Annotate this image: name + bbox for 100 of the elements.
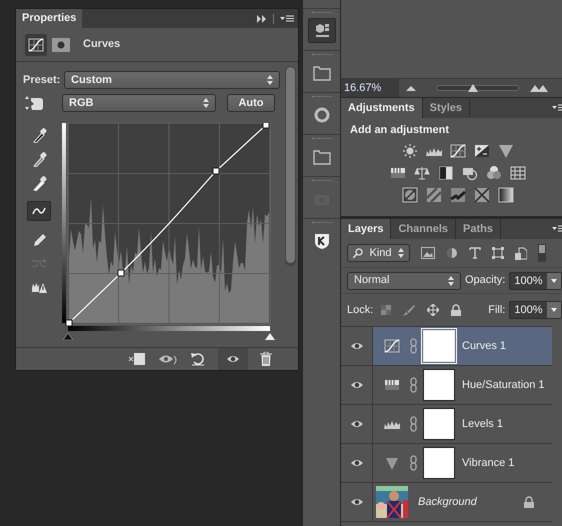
- layer-name: Vibrance 1: [462, 456, 514, 471]
- eyedropper-icon: [31, 127, 47, 143]
- fill-field[interactable]: 100%: [509, 301, 562, 319]
- layer-name: Curves 1: [462, 338, 506, 354]
- updown-icon: [203, 98, 209, 108]
- slider-thumb[interactable]: [265, 332, 275, 340]
- channel-dropdown[interactable]: RGB: [62, 94, 216, 112]
- x-square-icon[interactable]: [474, 186, 490, 202]
- triangle-icon: [384, 455, 400, 471]
- curve-tool-button[interactable]: [27, 201, 51, 221]
- move-icon[interactable]: [427, 304, 440, 316]
- view-previous-icon[interactable]: [158, 353, 178, 365]
- half-square-icon[interactable]: [438, 164, 454, 180]
- small-mountain-icon[interactable]: [406, 85, 416, 91]
- checker-icon[interactable]: [381, 305, 392, 315]
- layer-name: Hue/Saturation 1: [462, 378, 545, 393]
- slider-thumb[interactable]: [63, 332, 73, 340]
- lock-label: Lock:: [347, 302, 374, 318]
- updown-icon: [398, 248, 404, 258]
- filter-dropdown[interactable]: Kind: [347, 244, 410, 262]
- zigzag-icon[interactable]: [450, 186, 466, 202]
- search-icon: [353, 248, 363, 258]
- dock-button[interactable]: [308, 18, 336, 43]
- visibility-eye-icon[interactable]: [350, 497, 364, 507]
- circle-badge-icon: [312, 106, 330, 124]
- layer-row[interactable]: Vibrance 1: [341, 444, 552, 483]
- chain-icon: [410, 338, 417, 354]
- pencil-icon: [31, 231, 47, 247]
- eyedropper-icon: [31, 151, 47, 167]
- lock-icon[interactable]: [451, 304, 462, 316]
- panel-menu-icon[interactable]: [280, 14, 294, 22]
- zoom-slider[interactable]: [436, 85, 519, 91]
- panel-tab[interactable]: Adjustments: [341, 98, 423, 118]
- layer-name: Background: [418, 494, 477, 510]
- slashed-circle-icon[interactable]: [402, 186, 418, 202]
- updown-icon: [267, 75, 273, 85]
- layer-name: Levels 1: [462, 416, 503, 432]
- layer-mask-thumbnail[interactable]: [423, 408, 455, 440]
- image-filter-icon[interactable]: [421, 247, 435, 259]
- dropdown-arrow-icon: [550, 308, 556, 312]
- panel-tab[interactable]: Styles: [422, 98, 470, 118]
- mask-icon[interactable]: [52, 38, 70, 52]
- layer-mask-thumbnail[interactable]: [423, 369, 455, 401]
- clip-icon[interactable]: [128, 352, 146, 366]
- panel-tab[interactable]: Properties: [16, 9, 82, 28]
- smart-object-icon[interactable]: [515, 246, 527, 260]
- gradient-square-icon[interactable]: [498, 186, 514, 202]
- panel-menu-icon[interactable]: [552, 104, 562, 112]
- hand-adjust-icon[interactable]: [23, 95, 45, 111]
- brush-icon[interactable]: [403, 304, 416, 316]
- adjustment-title: Curves: [83, 37, 120, 52]
- half-circle-icon[interactable]: [446, 247, 458, 259]
- scrollbar-thumb[interactable]: [286, 67, 295, 263]
- collapse-icon[interactable]: [257, 14, 267, 22]
- folder-icon: [312, 148, 330, 166]
- folder-icon: [312, 64, 330, 82]
- opacity-field[interactable]: 100%: [509, 272, 562, 290]
- blend-mode-dropdown[interactable]: Normal: [347, 272, 461, 290]
- preset-dropdown[interactable]: Custom: [64, 71, 280, 89]
- curve-grid-icon: [384, 338, 400, 354]
- eyedropper-icon: [31, 175, 47, 191]
- panel-heading: Add an adjustment: [350, 123, 450, 138]
- scales-icon[interactable]: [414, 164, 430, 180]
- opacity-label: Opacity:: [465, 273, 506, 288]
- zoom-slider-thumb[interactable]: [468, 82, 478, 92]
- grid-icon[interactable]: [510, 164, 526, 180]
- curve-grid-icon[interactable]: [450, 142, 466, 158]
- chain-icon: [410, 455, 417, 471]
- chain-icon: [410, 377, 417, 393]
- preset-label: Preset:: [23, 72, 58, 88]
- gradient-bars-icon: [384, 377, 400, 393]
- plus-minus-icon[interactable]: [474, 142, 490, 158]
- eye-icon[interactable]: [226, 354, 240, 364]
- sun-icon[interactable]: [402, 142, 418, 158]
- visibility-eye-icon[interactable]: [350, 458, 364, 468]
- triangle-icon[interactable]: [498, 142, 514, 158]
- panel-menu-icon[interactable]: [552, 225, 562, 233]
- layer-row[interactable]: Curves 1: [341, 327, 552, 366]
- auto-button[interactable]: Auto: [227, 94, 275, 112]
- visibility-eye-icon[interactable]: [350, 380, 364, 390]
- updown-icon: [448, 276, 454, 286]
- dropdown-arrow-icon: [550, 278, 556, 282]
- visibility-eye-icon[interactable]: [350, 419, 364, 429]
- panel-tab[interactable]: Layers: [341, 219, 392, 239]
- visibility-button[interactable]: [218, 348, 248, 370]
- layer-row[interactable]: Background: [341, 483, 552, 522]
- layer-row[interactable]: Hue/Saturation 1: [341, 366, 552, 405]
- type-icon[interactable]: [469, 247, 481, 259]
- large-mountain-icon[interactable]: [530, 84, 548, 92]
- chain-icon: [410, 416, 417, 432]
- filter-toggle-icon[interactable]: [538, 244, 546, 262]
- layer-row[interactable]: Levels 1: [341, 405, 552, 444]
- three-circles-icon[interactable]: [486, 164, 502, 180]
- transform-icon[interactable]: [492, 247, 504, 259]
- trash-icon[interactable]: [260, 352, 272, 366]
- diagonal-stripes-icon[interactable]: [426, 186, 442, 202]
- visibility-eye-icon[interactable]: [350, 341, 364, 351]
- layer-mask-thumbnail[interactable]: [423, 447, 455, 479]
- zoom-field[interactable]: 16.67%: [341, 79, 399, 97]
- reset-icon[interactable]: [190, 352, 206, 366]
